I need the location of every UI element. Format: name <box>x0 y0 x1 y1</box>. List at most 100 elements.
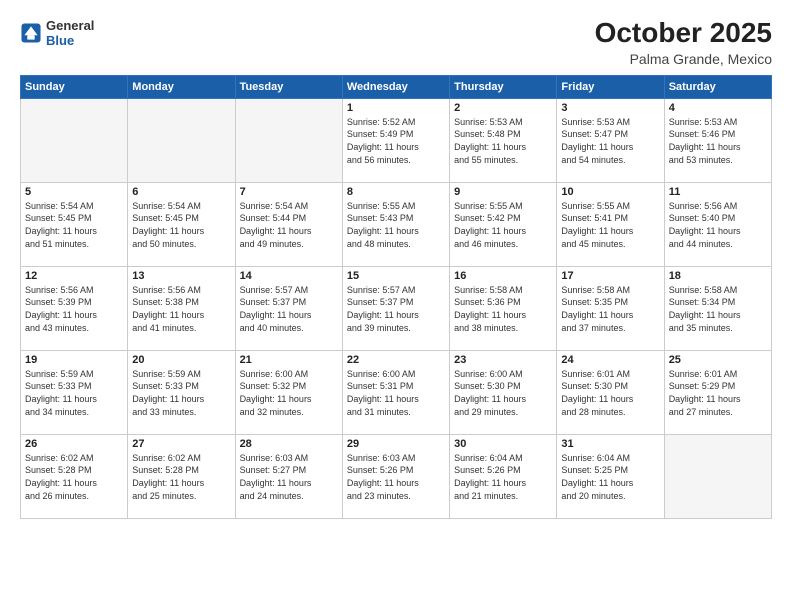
location: Palma Grande, Mexico <box>595 51 772 67</box>
calendar-cell: 12Sunrise: 5:56 AM Sunset: 5:39 PM Dayli… <box>21 266 128 350</box>
day-info: Sunrise: 6:03 AM Sunset: 5:26 PM Dayligh… <box>347 452 445 502</box>
weekday-header: Friday <box>557 75 664 98</box>
calendar-cell: 27 Sunrise: 6:02 AM Sunset: 5:28 PM Dayli… <box>128 434 235 518</box>
day-number: 28 <box>240 438 338 450</box>
calendar-cell: 17 Sunrise: 5:58 AM Sunset: 5:35 PM Dayli… <box>557 266 664 350</box>
day-info: Sunrise: 6:02 AM Sunset: 5:28 PM Dayligh… <box>132 452 230 502</box>
day-number: 3 <box>561 102 659 114</box>
day-info: Sunrise: 5:53 AM Sunset: 5:48 PM Dayligh… <box>454 116 552 166</box>
calendar-cell: 4Sunrise: 5:53 AM Sunset: 5:46 PM Daylig… <box>664 98 771 182</box>
calendar-cell: 3 Sunrise: 5:53 AM Sunset: 5:47 PM Daylig… <box>557 98 664 182</box>
logo-text: General Blue <box>46 18 94 48</box>
calendar-cell: 19 Sunrise: 5:59 AM Sunset: 5:33 PM Dayli… <box>21 350 128 434</box>
weekday-header: Sunday <box>21 75 128 98</box>
weekday-header: Tuesday <box>235 75 342 98</box>
day-info: Sunrise: 6:01 AM Sunset: 5:30 PM Dayligh… <box>561 368 659 418</box>
day-number: 21 <box>240 354 338 366</box>
calendar-cell <box>235 98 342 182</box>
calendar-cell: 15Sunrise: 5:57 AM Sunset: 5:37 PM Dayli… <box>342 266 449 350</box>
day-number: 11 <box>669 186 767 198</box>
page: General Blue October 2025 Palma Grande, … <box>0 0 792 612</box>
calendar-cell: 8 Sunrise: 5:55 AM Sunset: 5:43 PM Daylig… <box>342 182 449 266</box>
weekday-header: Thursday <box>450 75 557 98</box>
day-info: Sunrise: 5:59 AM Sunset: 5:33 PM Dayligh… <box>132 368 230 418</box>
week-row: 1 Sunrise: 5:52 AM Sunset: 5:49 PM Daylig… <box>21 98 772 182</box>
week-row: 5 Sunrise: 5:54 AM Sunset: 5:45 PM Daylig… <box>21 182 772 266</box>
weekday-header: Monday <box>128 75 235 98</box>
day-number: 27 <box>132 438 230 450</box>
calendar-cell: 31 Sunrise: 6:04 AM Sunset: 5:25 PM Dayli… <box>557 434 664 518</box>
weekday-header: Saturday <box>664 75 771 98</box>
month-title: October 2025 <box>595 18 772 49</box>
week-row: 19 Sunrise: 5:59 AM Sunset: 5:33 PM Dayli… <box>21 350 772 434</box>
day-number: 20 <box>132 354 230 366</box>
day-info: Sunrise: 5:59 AM Sunset: 5:33 PM Dayligh… <box>25 368 123 418</box>
day-info: Sunrise: 6:00 AM Sunset: 5:30 PM Dayligh… <box>454 368 552 418</box>
calendar-cell <box>21 98 128 182</box>
day-number: 5 <box>25 186 123 198</box>
calendar-cell: 20 Sunrise: 5:59 AM Sunset: 5:33 PM Dayli… <box>128 350 235 434</box>
day-number: 8 <box>347 186 445 198</box>
week-row: 26Sunrise: 6:02 AM Sunset: 5:28 PM Dayli… <box>21 434 772 518</box>
day-info: Sunrise: 5:56 AM Sunset: 5:39 PM Dayligh… <box>25 284 123 334</box>
day-info: Sunrise: 5:55 AM Sunset: 5:42 PM Dayligh… <box>454 200 552 250</box>
day-info: Sunrise: 5:56 AM Sunset: 5:40 PM Dayligh… <box>669 200 767 250</box>
title-block: October 2025 Palma Grande, Mexico <box>595 18 772 67</box>
day-number: 31 <box>561 438 659 450</box>
calendar-cell: 28 Sunrise: 6:03 AM Sunset: 5:27 PM Dayli… <box>235 434 342 518</box>
day-number: 6 <box>132 186 230 198</box>
calendar-cell <box>128 98 235 182</box>
weekday-header: Wednesday <box>342 75 449 98</box>
day-number: 10 <box>561 186 659 198</box>
day-number: 13 <box>132 270 230 282</box>
calendar-cell: 10 Sunrise: 5:55 AM Sunset: 5:41 PM Dayli… <box>557 182 664 266</box>
day-number: 19 <box>25 354 123 366</box>
calendar-cell: 9 Sunrise: 5:55 AM Sunset: 5:42 PM Daylig… <box>450 182 557 266</box>
logo-blue-text: Blue <box>46 33 94 48</box>
day-number: 24 <box>561 354 659 366</box>
day-info: Sunrise: 5:54 AM Sunset: 5:44 PM Dayligh… <box>240 200 338 250</box>
week-row: 12Sunrise: 5:56 AM Sunset: 5:39 PM Dayli… <box>21 266 772 350</box>
day-number: 17 <box>561 270 659 282</box>
calendar-cell: 18 Sunrise: 5:58 AM Sunset: 5:34 PM Dayli… <box>664 266 771 350</box>
day-info: Sunrise: 6:04 AM Sunset: 5:25 PM Dayligh… <box>561 452 659 502</box>
weekday-header-row: SundayMondayTuesdayWednesdayThursdayFrid… <box>21 75 772 98</box>
day-number: 1 <box>347 102 445 114</box>
calendar-cell: 2 Sunrise: 5:53 AM Sunset: 5:48 PM Daylig… <box>450 98 557 182</box>
calendar-cell: 21 Sunrise: 6:00 AM Sunset: 5:32 PM Dayli… <box>235 350 342 434</box>
calendar-cell <box>664 434 771 518</box>
calendar: SundayMondayTuesdayWednesdayThursdayFrid… <box>20 75 772 519</box>
day-info: Sunrise: 5:57 AM Sunset: 5:37 PM Dayligh… <box>347 284 445 334</box>
calendar-cell: 1 Sunrise: 5:52 AM Sunset: 5:49 PM Daylig… <box>342 98 449 182</box>
day-number: 25 <box>669 354 767 366</box>
day-number: 22 <box>347 354 445 366</box>
calendar-cell: 14Sunrise: 5:57 AM Sunset: 5:37 PM Dayli… <box>235 266 342 350</box>
day-info: Sunrise: 5:56 AM Sunset: 5:38 PM Dayligh… <box>132 284 230 334</box>
header: General Blue October 2025 Palma Grande, … <box>20 18 772 67</box>
day-number: 2 <box>454 102 552 114</box>
day-number: 18 <box>669 270 767 282</box>
calendar-cell: 30 Sunrise: 6:04 AM Sunset: 5:26 PM Dayli… <box>450 434 557 518</box>
day-info: Sunrise: 5:58 AM Sunset: 5:34 PM Dayligh… <box>669 284 767 334</box>
calendar-cell: 26Sunrise: 6:02 AM Sunset: 5:28 PM Dayli… <box>21 434 128 518</box>
day-info: Sunrise: 5:54 AM Sunset: 5:45 PM Dayligh… <box>132 200 230 250</box>
calendar-cell: 25 Sunrise: 6:01 AM Sunset: 5:29 PM Dayli… <box>664 350 771 434</box>
day-info: Sunrise: 5:55 AM Sunset: 5:43 PM Dayligh… <box>347 200 445 250</box>
day-info: Sunrise: 5:52 AM Sunset: 5:49 PM Dayligh… <box>347 116 445 166</box>
day-info: Sunrise: 6:01 AM Sunset: 5:29 PM Dayligh… <box>669 368 767 418</box>
day-info: Sunrise: 5:55 AM Sunset: 5:41 PM Dayligh… <box>561 200 659 250</box>
day-info: Sunrise: 5:57 AM Sunset: 5:37 PM Dayligh… <box>240 284 338 334</box>
day-info: Sunrise: 5:53 AM Sunset: 5:47 PM Dayligh… <box>561 116 659 166</box>
logo-icon <box>20 22 42 44</box>
day-number: 23 <box>454 354 552 366</box>
day-info: Sunrise: 6:04 AM Sunset: 5:26 PM Dayligh… <box>454 452 552 502</box>
day-number: 30 <box>454 438 552 450</box>
day-info: Sunrise: 5:58 AM Sunset: 5:35 PM Dayligh… <box>561 284 659 334</box>
day-info: Sunrise: 5:54 AM Sunset: 5:45 PM Dayligh… <box>25 200 123 250</box>
day-info: Sunrise: 6:03 AM Sunset: 5:27 PM Dayligh… <box>240 452 338 502</box>
calendar-cell: 6 Sunrise: 5:54 AM Sunset: 5:45 PM Daylig… <box>128 182 235 266</box>
day-number: 9 <box>454 186 552 198</box>
calendar-cell: 7Sunrise: 5:54 AM Sunset: 5:44 PM Daylig… <box>235 182 342 266</box>
day-info: Sunrise: 6:00 AM Sunset: 5:32 PM Dayligh… <box>240 368 338 418</box>
calendar-cell: 11 Sunrise: 5:56 AM Sunset: 5:40 PM Dayli… <box>664 182 771 266</box>
